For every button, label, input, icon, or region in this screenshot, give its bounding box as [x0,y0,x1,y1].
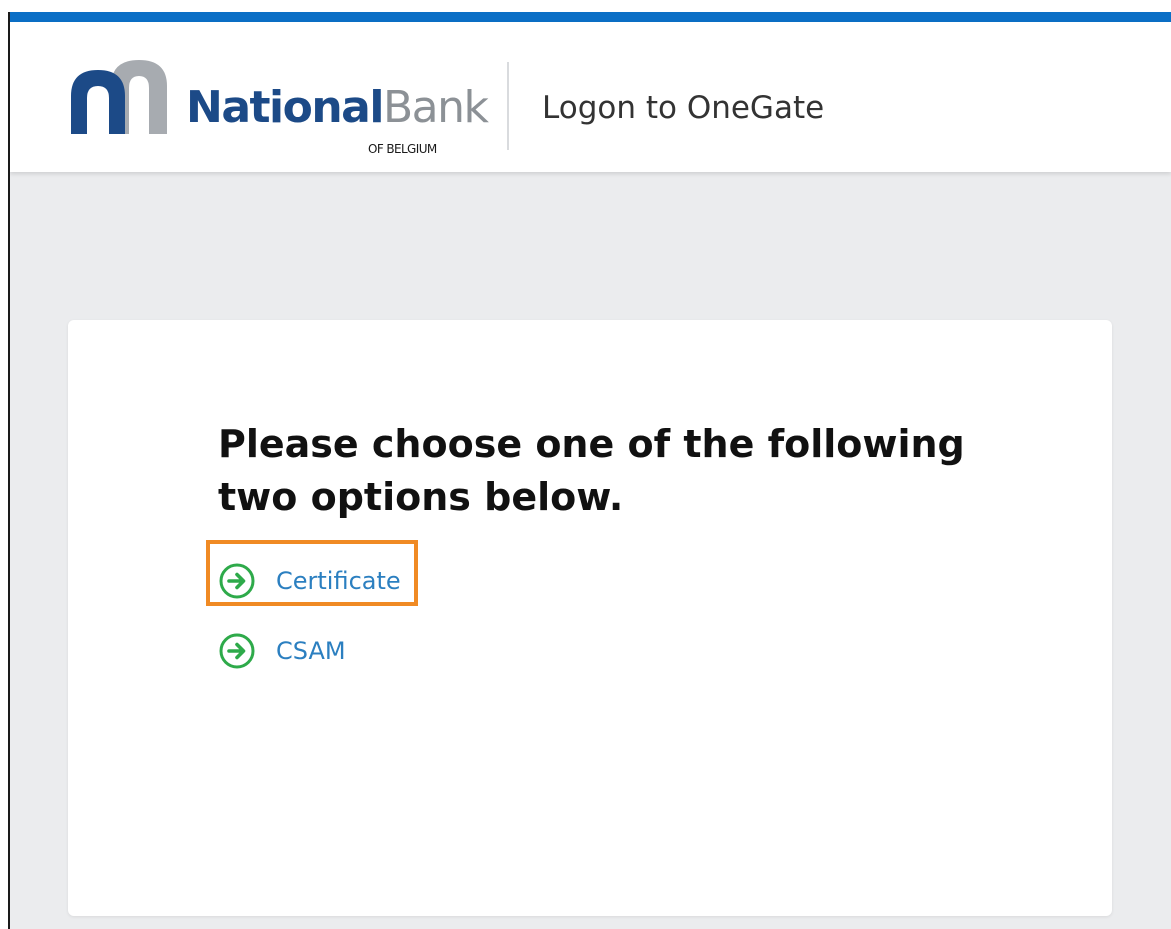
bank-logo-mark-icon [71,60,167,134]
certificate-option-label: Certificate [276,567,401,595]
brand-subtitle: OF BELGIUM [368,142,437,156]
page-title: Logon to OneGate [542,90,825,126]
national-bank-logo[interactable]: NationalBank OF BELGIUM [68,52,489,162]
arrow-right-circle-icon [219,633,255,669]
csam-option-link[interactable]: CSAM [218,632,346,670]
certificate-option-link[interactable]: Certificate [218,562,401,600]
site-header: NationalBank OF BELGIUM Logon to OneGate [10,22,1171,172]
header-divider [507,62,509,150]
arrow-right-circle-icon [219,563,255,599]
browser-viewport: NationalBank OF BELGIUM Logon to OneGate… [8,12,1171,929]
top-accent-bar [10,12,1171,22]
login-options-card: Please choose one of the following two o… [68,320,1112,916]
brand-word-national: National [186,82,384,133]
options-prompt: Please choose one of the following two o… [218,422,965,519]
brand-word-bank: Bank [382,82,489,133]
brand-wordmark: NationalBank [186,82,489,133]
csam-option-label: CSAM [276,637,346,665]
